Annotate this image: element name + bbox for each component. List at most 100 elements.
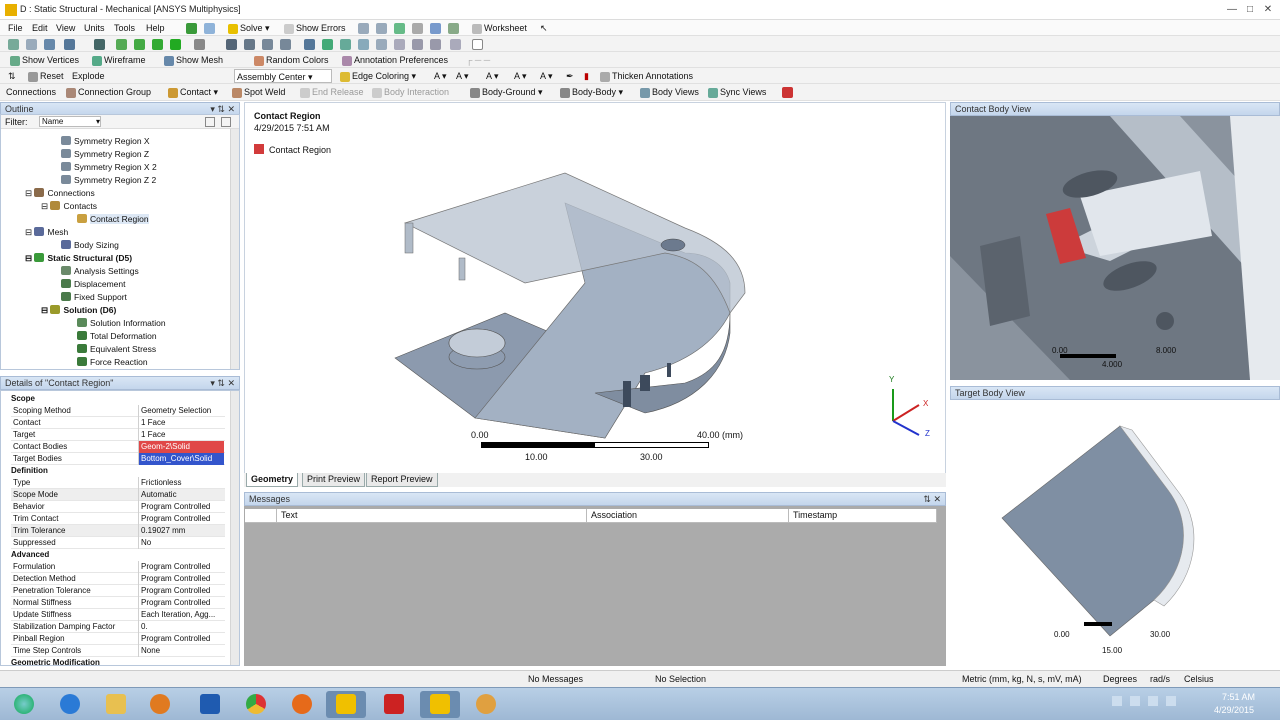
tool-icon[interactable] [376, 23, 387, 34]
detail-row[interactable]: Contact Bodies Geom-2\Solid [11, 441, 225, 453]
connection-group-button[interactable]: Connection Group [66, 85, 151, 99]
sync-views-button[interactable]: Sync Views [708, 85, 766, 99]
select-icon[interactable] [8, 39, 19, 50]
tree-item-connections[interactable]: ⊟ Connections [25, 187, 95, 200]
tree-item-analysis-settings[interactable]: Analysis Settings [61, 265, 139, 278]
collapse-icon[interactable] [221, 117, 231, 127]
select-mode-icon[interactable] [64, 39, 75, 50]
tool-icon[interactable] [358, 23, 369, 34]
spot-weld-button[interactable]: Spot Weld [232, 85, 285, 99]
outline-scrollbar[interactable] [230, 129, 239, 369]
contact-body-view[interactable]: 0.00 8.000 4.000 [950, 116, 1280, 380]
body-views-button[interactable]: Body Views [640, 85, 699, 99]
select-icon[interactable] [44, 39, 55, 50]
section-scope[interactable]: Scope [11, 393, 225, 405]
tree-item-contacts[interactable]: ⊟ Contacts [41, 200, 97, 213]
menu-edit[interactable]: Edit [32, 21, 48, 35]
detail-row[interactable]: Update Stiffness Each Iteration, Agg... [11, 609, 225, 621]
explorer-icon[interactable] [96, 691, 136, 718]
view-icon[interactable] [376, 39, 387, 50]
body-icon[interactable] [170, 39, 181, 50]
solution-icon[interactable] [204, 23, 215, 34]
edge-style-icon[interactable]: A ▾ [456, 69, 469, 83]
menu-units[interactable]: Units [84, 21, 105, 35]
body-interaction-button[interactable]: Body Interaction [372, 85, 449, 99]
minimize-button[interactable]: — [1222, 3, 1242, 16]
thicken-annotations-button[interactable]: Thicken Annotations [600, 69, 693, 83]
worksheet-button[interactable]: Worksheet [472, 21, 527, 35]
tree-item-fixed-support[interactable]: Fixed Support [61, 291, 127, 304]
edge-style-icon[interactable]: A ▾ [540, 69, 553, 83]
tree-item-contact-region[interactable]: Contact Region [77, 213, 149, 226]
chrome-icon[interactable] [236, 691, 276, 718]
tree-item-symmetry-x2[interactable]: Symmetry Region X 2 [61, 161, 157, 174]
ansys-workbench-icon[interactable] [420, 691, 460, 718]
tree-item-force-reaction[interactable]: Force Reaction [77, 356, 148, 366]
tree-item-solution[interactable]: ⊟ Solution (D6) [41, 304, 116, 317]
detail-row[interactable]: Normal Stiffness Program Controlled [11, 597, 225, 609]
maximize-button[interactable]: □ [1240, 3, 1260, 16]
detail-row[interactable]: Target 1 Face [11, 429, 225, 441]
tree-item-symmetry-x[interactable]: Symmetry Region X [61, 135, 150, 148]
show-mesh-button[interactable]: Show Mesh [164, 53, 223, 67]
view-icon[interactable] [430, 39, 441, 50]
box-zoom-icon[interactable] [280, 39, 291, 50]
pan-icon[interactable] [244, 39, 255, 50]
col-association[interactable]: Association [587, 509, 789, 523]
random-colors-button[interactable]: Random Colors [254, 53, 329, 67]
detail-row[interactable]: Suppressed No [11, 537, 225, 549]
tree-item-static-structural[interactable]: ⊟ Static Structural (D5) [25, 252, 132, 265]
body-ground-button[interactable]: Body-Ground ▾ [470, 85, 543, 99]
outlook-icon[interactable] [190, 691, 230, 718]
menu-view[interactable]: View [56, 21, 75, 35]
graphics-viewport[interactable]: Contact Region 4/29/2015 7:51 AM Contact… [244, 102, 946, 474]
select-icon[interactable] [26, 39, 37, 50]
status-units[interactable]: Metric (mm, kg, N, s, mV, mA) [962, 673, 1082, 686]
detail-row[interactable]: Stabilization Damping Factor 0. [11, 621, 225, 633]
detail-row[interactable]: Time Step Controls None [11, 645, 225, 657]
view-icon[interactable] [412, 39, 423, 50]
annotation-preferences-button[interactable]: Annotation Preferences [342, 53, 448, 67]
col-text[interactable]: Text [277, 509, 587, 523]
show-vertices-button[interactable]: Show Vertices [10, 53, 79, 67]
col-timestamp[interactable]: Timestamp [789, 509, 937, 523]
tab-print-preview[interactable]: Print Preview [302, 473, 366, 487]
ansys-icon[interactable] [326, 691, 366, 718]
view-icon[interactable] [394, 39, 405, 50]
pointer-icon[interactable]: ↖ [540, 21, 548, 35]
paint-icon[interactable] [466, 691, 506, 718]
start-button[interactable] [4, 691, 44, 718]
zoom-icon[interactable] [322, 39, 333, 50]
network-icon[interactable] [1148, 696, 1158, 706]
section-definition[interactable]: Definition [11, 465, 225, 477]
edge-style-icon[interactable]: A ▾ [486, 69, 499, 83]
section-advanced[interactable]: Advanced [11, 549, 225, 561]
tree-item-mesh[interactable]: ⊟ Mesh [25, 226, 68, 239]
tool-icon[interactable] [430, 23, 441, 34]
show-errors-button[interactable]: Show Errors [284, 21, 346, 35]
ie-icon[interactable] [50, 691, 90, 718]
end-release-button[interactable]: End Release [300, 85, 364, 99]
pin-icon[interactable]: ▾ ⇅ ✕ [210, 377, 235, 389]
firefox-icon[interactable] [282, 691, 322, 718]
body-body-button[interactable]: Body-Body ▾ [560, 85, 623, 99]
detail-row[interactable]: Formulation Program Controlled [11, 561, 225, 573]
edge-coloring-button[interactable]: Edge Coloring ▾ [340, 69, 416, 83]
volume-icon[interactable] [1166, 696, 1176, 706]
report-icon[interactable] [782, 87, 793, 98]
tree-item-equivalent-stress[interactable]: Equivalent Stress [77, 343, 156, 356]
menu-tools[interactable]: Tools [114, 21, 135, 35]
detail-row[interactable]: Contact 1 Face [11, 417, 225, 429]
status-messages[interactable]: No Messages [528, 673, 583, 686]
vertex-icon[interactable] [116, 39, 127, 50]
contact-button[interactable]: Contact ▾ [168, 85, 218, 99]
solve-button[interactable]: Solve ▾ [228, 21, 270, 35]
close-button[interactable]: ✕ [1258, 3, 1278, 16]
matlab-icon[interactable] [374, 691, 414, 718]
detail-row[interactable]: Trim Contact Program Controlled [11, 513, 225, 525]
refresh-icon[interactable] [186, 23, 197, 34]
zoom-icon[interactable] [262, 39, 273, 50]
tree-item-solution-information[interactable]: Solution Information [77, 317, 166, 330]
tool-icon[interactable] [412, 23, 423, 34]
extend-icon[interactable] [194, 39, 205, 50]
